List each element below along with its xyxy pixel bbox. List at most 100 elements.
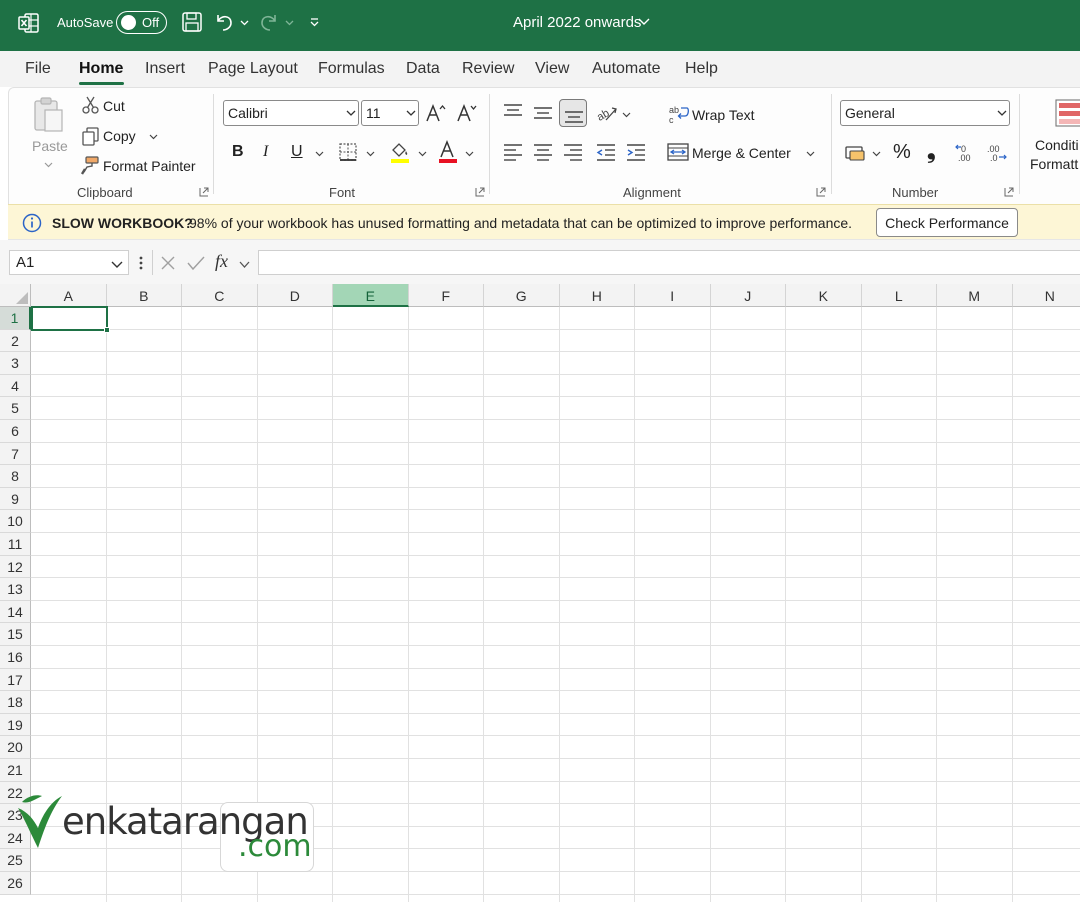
merge-center-icon[interactable]	[667, 142, 689, 162]
row-header-21[interactable]: 21	[0, 759, 31, 782]
percent-style-button[interactable]: %	[893, 141, 911, 164]
decrease-font-size-icon[interactable]	[456, 103, 478, 123]
confirm-entry-icon[interactable]	[187, 255, 205, 271]
column-header-m[interactable]: M	[937, 284, 1013, 307]
document-title[interactable]: April 2022 onwards	[513, 14, 641, 31]
row-header-5[interactable]: 5	[0, 397, 31, 420]
chevron-down-icon[interactable]	[111, 258, 123, 270]
redo-dropdown-icon[interactable]	[285, 18, 294, 27]
insert-function-button[interactable]: fx	[215, 251, 228, 272]
font-size-select[interactable]: 11	[361, 100, 419, 126]
merge-center-dropdown-icon[interactable]	[806, 149, 815, 158]
underline-dropdown-icon[interactable]	[315, 149, 324, 158]
bold-button[interactable]: B	[232, 143, 244, 161]
wrap-text-icon[interactable]: abc	[669, 104, 689, 124]
borders-dropdown-icon[interactable]	[366, 149, 375, 158]
redo-icon[interactable]	[258, 11, 280, 33]
tab-review[interactable]: Review	[462, 60, 514, 78]
increase-indent-icon[interactable]	[626, 143, 646, 161]
cut-icon[interactable]	[82, 96, 100, 114]
column-header-f[interactable]: F	[408, 284, 484, 307]
row-header-9[interactable]: 9	[0, 487, 31, 511]
orientation-dropdown-icon[interactable]	[622, 110, 631, 119]
align-bottom-button[interactable]	[559, 99, 587, 127]
align-center-icon[interactable]	[533, 143, 553, 161]
fill-color-icon[interactable]	[389, 140, 411, 164]
row-header-14[interactable]: 14	[0, 600, 31, 624]
copy-icon[interactable]	[81, 126, 101, 146]
align-middle-icon[interactable]	[533, 104, 553, 122]
column-header-d[interactable]: D	[257, 284, 333, 307]
paste-label[interactable]: Paste	[32, 138, 68, 154]
row-header-4[interactable]: 4	[0, 374, 31, 398]
increase-decimal-icon[interactable]: 0.00	[955, 141, 977, 163]
cut-label[interactable]: Cut	[103, 98, 125, 114]
italic-button[interactable]: I	[263, 143, 268, 161]
fill-handle[interactable]	[104, 327, 110, 333]
number-launcher-icon[interactable]	[1004, 187, 1014, 197]
tab-page-layout[interactable]: Page Layout	[208, 60, 298, 78]
row-header-1[interactable]: 1	[0, 307, 31, 330]
tab-home[interactable]: Home	[79, 60, 123, 78]
column-header-h[interactable]: H	[559, 284, 635, 307]
chevron-down-icon[interactable]	[637, 15, 651, 29]
paste-dropdown-icon[interactable]	[44, 160, 53, 169]
row-header-13[interactable]: 13	[0, 578, 31, 601]
row-header-10[interactable]: 10	[0, 510, 31, 533]
row-header-2[interactable]: 2	[0, 329, 31, 353]
column-header-i[interactable]: I	[635, 284, 711, 307]
row-header-3[interactable]: 3	[0, 352, 31, 375]
formula-expand-icon[interactable]	[239, 259, 250, 270]
copy-label[interactable]: Copy	[103, 128, 136, 144]
row-header-16[interactable]: 16	[0, 646, 31, 669]
row-header-26[interactable]: 26	[0, 872, 31, 895]
row-header-12[interactable]: 12	[0, 555, 31, 579]
decrease-indent-icon[interactable]	[596, 143, 616, 161]
row-header-11[interactable]: 11	[0, 533, 31, 556]
format-painter-label[interactable]: Format Painter	[103, 158, 196, 174]
clipboard-launcher-icon[interactable]	[199, 187, 209, 197]
row-header-7[interactable]: 7	[0, 442, 31, 466]
formula-input[interactable]	[258, 250, 1080, 275]
undo-icon[interactable]	[213, 11, 235, 33]
check-performance-button[interactable]: Check Performance	[876, 208, 1018, 237]
font-color-icon[interactable]	[437, 140, 459, 164]
merge-center-label[interactable]: Merge & Center	[692, 145, 791, 161]
column-header-j[interactable]: J	[710, 284, 786, 307]
column-header-c[interactable]: C	[182, 284, 258, 307]
cancel-entry-icon[interactable]	[160, 255, 176, 271]
column-header-k[interactable]: K	[786, 284, 862, 307]
decrease-decimal-icon[interactable]: .00.0	[985, 141, 1007, 163]
column-header-a[interactable]: A	[31, 284, 107, 307]
format-painter-icon[interactable]	[80, 155, 100, 175]
undo-dropdown-icon[interactable]	[240, 18, 249, 27]
active-cell-a1[interactable]	[31, 306, 110, 333]
row-header-18[interactable]: 18	[0, 691, 31, 714]
underline-button[interactable]: U	[291, 143, 303, 161]
row-header-19[interactable]: 19	[0, 713, 31, 737]
font-name-select[interactable]: Calibri	[223, 100, 359, 126]
tab-data[interactable]: Data	[406, 60, 440, 78]
conditional-formatting-label-1[interactable]: Conditi	[1035, 137, 1079, 153]
align-right-icon[interactable]	[563, 143, 583, 161]
row-header-6[interactable]: 6	[0, 420, 31, 443]
column-header-g[interactable]: G	[484, 284, 560, 307]
column-header-n[interactable]: N	[1012, 284, 1080, 307]
column-header-e[interactable]: E	[333, 284, 409, 307]
borders-icon[interactable]	[338, 142, 358, 162]
comma-style-button[interactable]: ❟	[927, 138, 936, 164]
number-format-select[interactable]: General	[840, 100, 1010, 126]
select-all-corner[interactable]	[0, 284, 31, 307]
customize-toolbar-icon[interactable]	[309, 17, 320, 28]
fill-color-dropdown-icon[interactable]	[418, 149, 427, 158]
more-options-icon[interactable]	[138, 255, 144, 271]
tab-insert[interactable]: Insert	[145, 60, 185, 78]
row-header-17[interactable]: 17	[0, 668, 31, 692]
autosave-toggle[interactable]: Off	[116, 11, 167, 34]
orientation-icon[interactable]: ab	[596, 103, 618, 123]
font-launcher-icon[interactable]	[475, 187, 485, 197]
save-icon[interactable]	[181, 11, 203, 33]
wrap-text-label[interactable]: Wrap Text	[692, 107, 755, 123]
column-header-b[interactable]: B	[106, 284, 182, 307]
alignment-launcher-icon[interactable]	[816, 187, 826, 197]
